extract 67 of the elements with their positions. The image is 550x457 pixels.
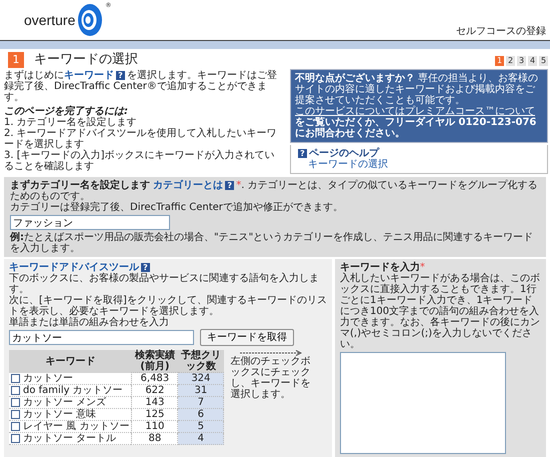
checkbox[interactable] — [11, 374, 20, 382]
help-topic-link[interactable]: キーワードの選択 — [308, 159, 542, 170]
step-item: 1. カテゴリー名を設定します — [4, 117, 138, 128]
checkbox[interactable] — [11, 410, 20, 418]
page-number[interactable]: 2 — [506, 56, 515, 66]
table-cell: 6,483 — [132, 372, 178, 384]
column-header: 予想クリック数 — [178, 350, 224, 372]
table-cell: 4 — [178, 432, 224, 444]
step-number: 1 — [8, 52, 24, 68]
required-mark: * — [420, 262, 425, 273]
table-cell: 125 — [132, 408, 178, 420]
premium-link[interactable]: このサービスについてはプレミアムコース™について — [295, 106, 535, 117]
advice-tool-title: キーワードアドバイスツール — [9, 262, 139, 273]
step-title: キーワードの選択 — [34, 52, 138, 68]
checkbox[interactable] — [11, 386, 20, 394]
table-cell: カットソー メンズ — [23, 396, 106, 408]
help-icon[interactable]: ? — [116, 70, 125, 80]
help-icon[interactable]: ? — [141, 263, 150, 272]
table-cell: カットソー タートル — [23, 432, 116, 444]
table-cell: レイヤー 風 カットソー — [23, 420, 130, 432]
checkbox[interactable] — [11, 398, 20, 406]
category-example: 例:たとえばスポーツ用品の販売会社の場合、"テニス"というカテゴリーを作成し、テニス用品に関連するキーワードを入力します。 — [10, 232, 534, 254]
step-item: 2. キーワードアドバイスツールを使用して入札したいキーワードを選択します — [4, 128, 278, 150]
page-title: セルフコースの登録 — [456, 26, 546, 37]
table-cell: 5 — [178, 420, 224, 432]
table-cell: 143 — [132, 396, 178, 408]
checkbox[interactable] — [11, 434, 20, 442]
column-header: 検索実績(前月) — [132, 350, 178, 372]
table-cell: 88 — [132, 432, 178, 444]
help-icon[interactable]: ? — [298, 149, 307, 158]
category-link[interactable]: カテゴリーとは — [153, 180, 224, 191]
column-header: キーワード — [9, 350, 132, 372]
category-instructions: まずカテゴリー名を設定します カテゴリーとは ? *. カテゴリーとは、タイプの似ているキーワードをグループ化するためのものです。 — [10, 180, 539, 202]
advice-tool-description: 次に、[キーワードを取得]をクリックして、関連するキーワードのリストを表示し、必要なキーワードを選択します。 — [9, 295, 327, 317]
keyword-entry-title: キーワードを入力 — [340, 262, 420, 273]
help-icon[interactable]: ? — [225, 180, 234, 190]
table-cell: 31 — [178, 384, 224, 396]
table-hint: 左側のチェックボックスにチェックし、キーワードを選択します。 — [230, 356, 312, 400]
get-keywords-button[interactable]: キーワードを取得 — [200, 329, 294, 346]
advice-tool-description: 下のボックスに、お客様の製品やサービスに関連する語句を入力します。 — [9, 273, 320, 295]
logo-rings-icon — [77, 3, 104, 37]
table-cell: 110 — [132, 420, 178, 432]
intro-text: まずはじめにキーワード ? を選択します。キーワードはご登録完了後、DirecTraffic Center®で追加することができます。 — [4, 70, 278, 103]
steps-heading: このページを完了するには: — [4, 106, 129, 117]
category-note: カテゴリーは登録完了後、DirecTraffic Centerで追加や修正ができます。 — [10, 202, 344, 213]
step-item: 3. [キーワードの入力]ボックスにキーワードが入力されていることを確認します — [4, 150, 276, 172]
page-number[interactable]: 5 — [539, 56, 548, 66]
keyword-link[interactable]: キーワード — [64, 70, 114, 81]
table-cell: 6 — [178, 408, 224, 420]
checkbox[interactable] — [11, 422, 20, 430]
table-cell: do family カットソー — [23, 384, 123, 396]
table-cell: 622 — [132, 384, 178, 396]
input-label: 単語または単語の組み合わせを入力 — [9, 317, 170, 328]
keyword-search-field[interactable]: カットソー — [9, 330, 194, 345]
page-number[interactable]: 4 — [528, 56, 537, 66]
dashed-arrow-icon — [240, 350, 302, 356]
table-cell: 7 — [178, 396, 224, 408]
page-number[interactable]: 3 — [517, 56, 526, 66]
keyword-entry-description: 入札したいキーワードがある場合は、このボックスに直接入力することもできます。1行ごとに1キーワード入力でき、1キーワードにつき100文字までの語句の組み合わせを入力できます。なお、各キーワードの後にカンマ(,)やセミコロン(;)を入力しないでください。 — [340, 273, 541, 350]
help-notice: 不明な点がございますか？ 専任の担当より、お客様のサイトの内容に適したキーワードおよび掲載内容をご提案させていただくことも可能です。 このサービスについてはプレミアムコース™について をご覧いただくか、フリーダイヤル 0120-123-076 にお問合わせください。 — [290, 69, 548, 143]
page-help-title: ページのヘルプ — [309, 148, 379, 159]
logo-wordmark: overture — [24, 12, 76, 28]
table-cell: カットソー — [23, 372, 73, 384]
table-cell: カットソー 意味 — [23, 408, 96, 420]
category-field[interactable]: ファッション — [10, 215, 170, 230]
keyword-entry-field[interactable] — [340, 352, 506, 454]
table-cell: 324 — [178, 372, 224, 384]
